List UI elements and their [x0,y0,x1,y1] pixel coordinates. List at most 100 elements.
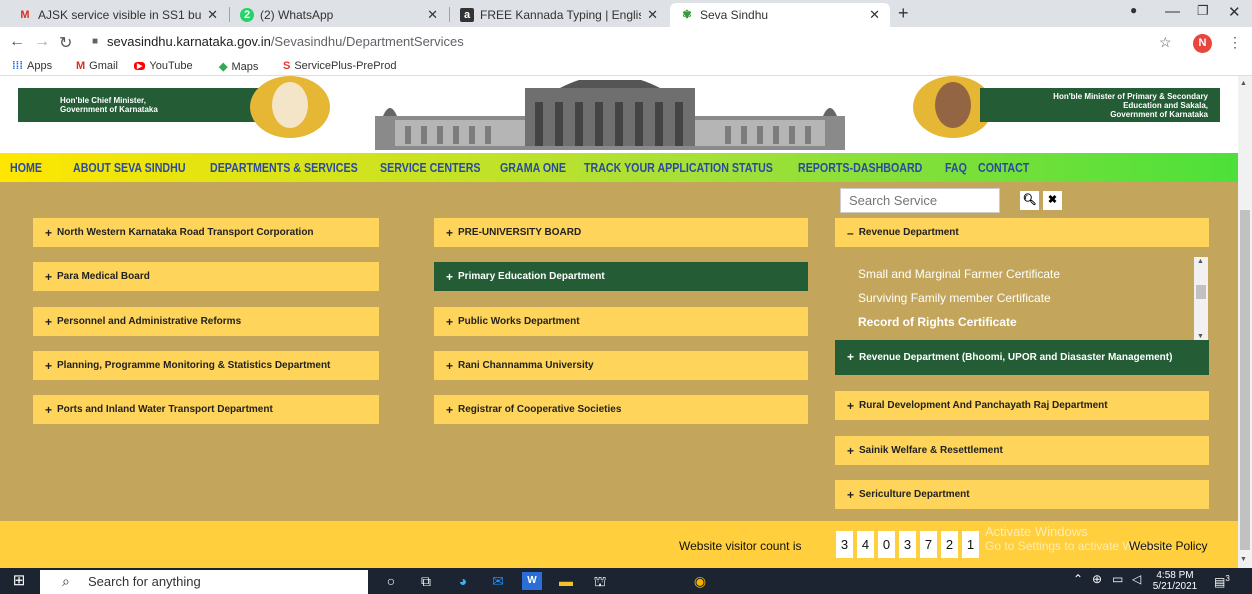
visitor-digit: 0 [878,531,895,558]
service-link[interactable]: Surviving Family member Certificate [858,291,1051,305]
search-icon[interactable]: 🔍︎ [1020,191,1039,210]
apps-grid-icon: ⁞⁞⁞ [12,60,23,72]
dept-name: Revenue Department (Bhoomi, UPOR and Dia… [859,352,1173,363]
edge-icon[interactable]: ◕ [453,572,473,590]
nav-home[interactable]: HOME [10,160,56,175]
close-icon[interactable]: ✕ [207,7,218,23]
bookmark-label: Gmail [89,60,118,72]
scroll-up-icon[interactable]: ▲ [1240,80,1247,87]
nav-contact[interactable]: CONTACT [978,160,1029,175]
mail-icon[interactable]: ✉ [488,572,508,590]
plus-icon: + [847,398,855,413]
dept-card[interactable]: + Sericulture Department [835,480,1209,509]
chrome-icon[interactable]: ◉ [690,572,710,590]
service-list-scrollbar[interactable]: ▲ ▼ [1194,257,1208,343]
plus-icon: + [45,314,53,329]
dept-card[interactable]: + PRE-UNIVERSITY BOARD [434,218,808,247]
clear-search-icon[interactable]: ✖ [1043,191,1062,210]
cm-caption: Hon'ble Chief Minister, Government of Ka… [18,88,268,122]
nav-about[interactable]: ABOUT SEVA SINDHU [73,160,186,175]
page-scrollbar-thumb[interactable] [1240,210,1250,550]
notification-count: 3 [1225,574,1230,583]
close-icon[interactable]: ✕ [647,7,658,23]
dept-card[interactable]: + Registrar of Cooperative Societies [434,395,808,424]
dept-card[interactable]: + Public Works Department [434,307,808,336]
dept-card-selected[interactable]: + Primary Education Department [434,262,808,291]
service-link[interactable]: Small and Marginal Farmer Certificate [858,267,1060,281]
dept-card[interactable]: + Para Medical Board [33,262,379,291]
windows-start-icon[interactable]: ⊞ [9,572,29,590]
notification-center-icon[interactable]: ▤3 [1214,573,1230,588]
taskbar-search-placeholder: Search for anything [88,574,201,589]
bookmark-gmail[interactable]: M Gmail [76,60,118,72]
bookmark-serviceplus[interactable]: S ServicePlus-PreProd [283,60,396,72]
nav-departments-services[interactable]: DEPARTMENTS & SERVICES [210,160,358,175]
minister-caption-line: Government of Karnataka [1110,109,1208,119]
forward-icon[interactable]: → [34,33,50,51]
visitor-digit: 3 [899,531,916,558]
cm-caption-line: Hon'ble Chief Minister, [60,96,146,105]
bookmark-youtube[interactable]: ▶ YouTube [134,60,193,72]
bookmark-apps[interactable]: ⁞⁞⁞ Apps [12,60,52,72]
volume-icon[interactable]: ◁ [1132,573,1141,585]
dept-card[interactable]: + Personnel and Administrative Reforms [33,307,379,336]
website-policy-link[interactable]: Website Policy [1129,539,1207,553]
nav-service-centers[interactable]: SERVICE CENTERS [380,160,481,175]
service-link[interactable]: Record of Rights Certificate [858,315,1017,329]
browser-tab-gmail[interactable]: M AJSK service visible in SS1 but no ✕ [8,3,228,27]
clock[interactable]: 4:58 PM 5/21/2021 [1150,570,1200,592]
new-tab-icon[interactable]: + [898,3,909,24]
clock-time: 4:58 PM [1156,570,1194,581]
close-icon[interactable]: ✕ [869,7,880,23]
close-icon[interactable]: ✕ [427,7,438,23]
nav-reports-dashboard[interactable]: REPORTS-DASHBOARD [798,160,922,175]
search-service-input[interactable] [840,188,1000,213]
store-icon[interactable]: ⛫ [590,572,610,590]
profile-avatar[interactable]: N [1193,34,1212,53]
lock-icon[interactable]: ■ [92,36,98,47]
gmail-icon: M [20,9,30,21]
bookmark-maps[interactable]: ◆ Maps [219,60,258,74]
scroll-down-icon[interactable]: ▼ [1240,556,1247,563]
dept-card-expanded[interactable]: – Revenue Department [835,218,1209,247]
dept-card[interactable]: + Rural Development And Panchayath Raj De… [835,391,1209,420]
browser-tab-kannada-typing[interactable]: a FREE Kannada Typing | English to ✕ [450,3,668,27]
visitor-digit: 7 [920,531,937,558]
tray-chevron-icon[interactable]: ⌃ [1073,573,1083,585]
nav-grama-one[interactable]: GRAMA ONE [500,160,566,175]
display-icon[interactable]: ▭ [1112,573,1123,585]
file-explorer-icon[interactable]: ▬ [556,572,576,590]
plus-icon: + [446,314,454,329]
tab-search-icon[interactable]: ● [1130,3,1137,17]
nav-faq[interactable]: FAQ [945,160,967,175]
dept-card[interactable]: + North Western Karnataka Road Transport … [33,218,379,247]
service-list-panel: Small and Marginal Farmer Certificate Su… [835,257,1209,343]
word-icon[interactable]: W [522,572,542,590]
reload-icon[interactable]: ↻ [59,33,72,53]
nav-track-application[interactable]: TRACK YOUR APPLICATION STATUS [584,160,773,175]
network-icon[interactable]: ⊕ [1092,573,1102,585]
browser-tab-whatsapp[interactable]: 2 (2) WhatsApp ✕ [230,3,448,27]
back-icon[interactable]: ← [9,33,25,51]
browser-tab-seva-sindhu[interactable]: ✾ Seva Sindhu ✕ [670,3,890,27]
dept-name: Revenue Department [858,227,959,238]
dept-card[interactable]: + Planning, Programme Monitoring & Statis… [33,351,379,380]
minister-caption: Hon'ble Minister of Primary & Secondary … [980,88,1220,122]
watermark-line: Activate Windows [985,524,1088,539]
bookmark-star-icon[interactable]: ☆ [1159,34,1172,51]
menu-kebab-icon[interactable]: ⋮ [1228,34,1242,51]
cortana-icon[interactable]: ○ [381,572,401,590]
restore-icon[interactable]: ❐ [1197,3,1209,19]
dept-card[interactable]: + Ports and Inland Water Transport Depart… [33,395,379,424]
visitor-count-label: Website visitor count is [679,539,802,553]
visitor-digit: 1 [962,531,979,558]
taskbar-search[interactable]: ⌕ Search for anything [40,570,368,594]
task-view-icon[interactable]: ⧉ [416,572,436,590]
dept-card[interactable]: + Sainik Welfare & Resettlement [835,436,1209,465]
dept-card[interactable]: + Revenue Department (Bhoomi, UPOR and Di… [835,340,1209,375]
address-bar[interactable]: sevasindhu.karnataka.gov.in/Sevasindhu/D… [107,34,464,49]
minimize-icon[interactable]: — [1165,3,1180,20]
dept-card[interactable]: + Rani Channamma University [434,351,808,380]
window-close-icon[interactable]: ✕ [1228,3,1241,21]
plus-icon: + [847,350,855,364]
